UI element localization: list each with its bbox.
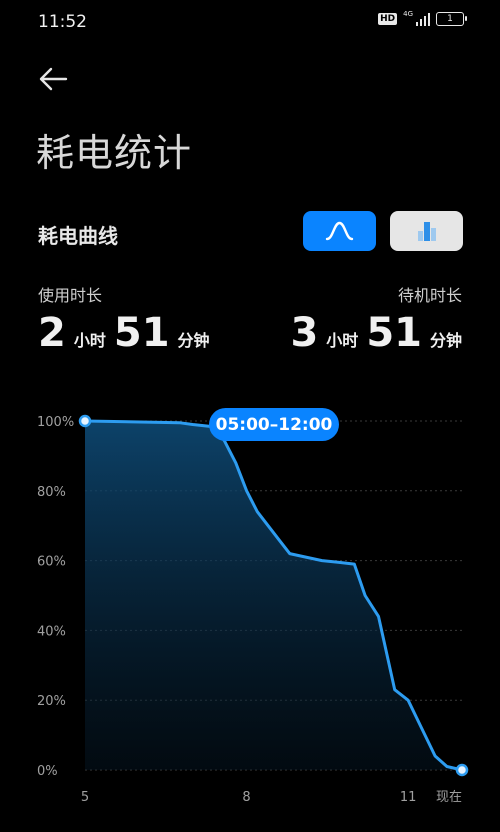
hd-icon: HD	[378, 13, 398, 25]
hour-unit: 小时	[73, 331, 106, 350]
section-title: 耗电曲线	[38, 224, 118, 248]
standby-label: 待机时长	[397, 286, 462, 305]
standby-minutes: 51	[366, 310, 422, 356]
y-tick-label: 60%	[37, 555, 66, 570]
bar-chart-icon	[418, 222, 436, 241]
x-tick-label: 8	[242, 790, 250, 805]
status-time: 11:52	[38, 12, 87, 32]
battery-chart[interactable]: 100% 80% 60% 40% 20% 0% 5 8 11 现在	[0, 395, 500, 832]
chart-area	[85, 421, 462, 770]
page-title: 耗电统计	[36, 131, 193, 175]
chart-endpoint	[78, 414, 92, 428]
screen-on-minutes: 51	[113, 310, 170, 356]
status-icons: HD 4G 1	[378, 10, 467, 26]
y-axis-labels: 100% 80% 60% 40% 20% 0%	[37, 415, 74, 779]
chart-endpoint	[455, 763, 469, 777]
y-tick-label: 100%	[37, 415, 74, 430]
time-range-tooltip: 05:00–12:00	[209, 408, 339, 441]
y-tick-label: 20%	[37, 694, 66, 709]
standby-duration: 3 小时 51 分钟	[290, 310, 462, 356]
arrow-left-icon	[39, 67, 68, 91]
screen-on-duration: 2 小时 51 分钟	[38, 310, 210, 356]
standby-hours: 3	[290, 310, 319, 356]
x-tick-label: 现在	[436, 790, 462, 805]
screen-on-hours: 2	[38, 310, 66, 356]
hour-unit: 小时	[326, 331, 359, 350]
status-bar: 11:52 HD 4G 1	[0, 0, 500, 44]
screen-on-label: 使用时长	[38, 286, 103, 305]
curve-icon	[325, 221, 354, 241]
back-button[interactable]	[36, 62, 70, 96]
network-type: 4G	[403, 10, 413, 18]
bar-view-toggle[interactable]	[390, 211, 463, 251]
y-tick-label: 0%	[37, 764, 58, 779]
minute-unit: 分钟	[177, 331, 210, 350]
y-tick-label: 80%	[37, 485, 66, 500]
x-tick-label: 5	[81, 790, 89, 805]
curve-view-toggle[interactable]	[303, 211, 376, 251]
signal-icon	[416, 12, 430, 26]
y-tick-label: 40%	[37, 624, 66, 639]
minute-unit: 分钟	[429, 331, 462, 350]
battery-icon: 1	[436, 12, 467, 26]
battery-level: 1	[447, 14, 453, 24]
x-tick-label: 11	[400, 790, 417, 805]
x-axis-labels: 5 8 11 现在	[81, 790, 462, 805]
